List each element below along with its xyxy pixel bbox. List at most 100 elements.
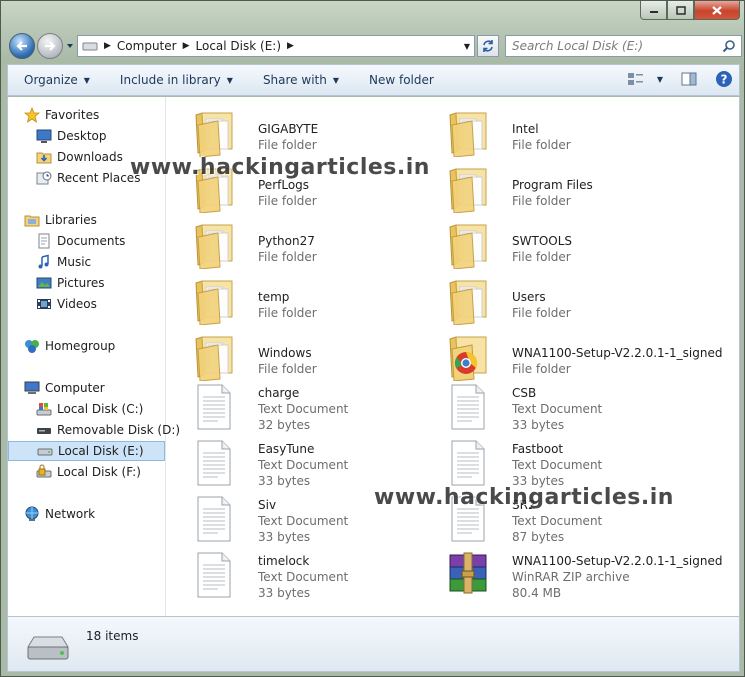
folder-icon bbox=[442, 161, 494, 214]
file-type: Text Document bbox=[258, 402, 349, 416]
file-type: WinRAR ZIP archive bbox=[512, 570, 630, 584]
back-button[interactable] bbox=[9, 33, 35, 59]
nav-computer[interactable]: Computer bbox=[24, 378, 105, 398]
breadcrumb-separator[interactable]: ▶ bbox=[183, 41, 190, 51]
folder-item[interactable]: Program Files File folder bbox=[442, 155, 692, 214]
close-button[interactable] bbox=[694, 1, 740, 20]
include-in-library-menu[interactable]: Include in library ▼ bbox=[102, 65, 245, 95]
downloads-folder-icon bbox=[36, 152, 52, 164]
folder-item[interactable]: SWTOOLS File folder bbox=[442, 211, 692, 270]
chevron-down-icon: ▼ bbox=[332, 75, 339, 85]
music-icon bbox=[38, 254, 49, 269]
nav-pictures[interactable]: Pictures bbox=[36, 273, 105, 293]
nav-local-disk-c[interactable]: Local Disk (C:) bbox=[36, 399, 143, 419]
folder-item[interactable]: Windows File folder bbox=[188, 323, 438, 382]
change-view-button[interactable]: ▼ bbox=[627, 71, 663, 87]
nav-local-disk-e[interactable]: Local Disk (E:) bbox=[8, 441, 165, 461]
item-count: 18 items bbox=[86, 629, 139, 643]
share-with-label: Share with bbox=[262, 73, 327, 87]
file-name: Windows bbox=[258, 346, 312, 360]
videos-icon bbox=[37, 299, 51, 309]
libraries-icon bbox=[24, 215, 40, 227]
back-arrow-icon bbox=[16, 41, 27, 51]
nav-music[interactable]: Music bbox=[36, 252, 91, 272]
minimize-button[interactable] bbox=[640, 1, 667, 20]
nav-recent-places[interactable]: Recent Places bbox=[36, 168, 140, 188]
share-with-menu[interactable]: Share with ▼ bbox=[245, 65, 351, 95]
nav-local-disk-f-label: Local Disk (F:) bbox=[57, 465, 141, 479]
new-folder-button[interactable]: New folder bbox=[351, 65, 446, 95]
nav-removable-disk-d[interactable]: Removable Disk (D:) bbox=[36, 420, 180, 440]
recent-pages-dropdown[interactable] bbox=[65, 41, 75, 51]
folder-item[interactable]: GIGABYTE File folder bbox=[188, 99, 438, 158]
file-name: CSB bbox=[512, 386, 537, 400]
nav-recent-places-label: Recent Places bbox=[57, 171, 141, 185]
file-item[interactable]: charge Text Document 32 bytes bbox=[188, 379, 438, 433]
file-item[interactable]: timelock Text Document 33 bytes bbox=[188, 547, 438, 601]
nav-downloads[interactable]: Downloads bbox=[36, 147, 123, 167]
nav-documents[interactable]: Documents bbox=[36, 231, 125, 251]
search-input[interactable]: Search Local Disk (E:) bbox=[505, 35, 742, 57]
network-icon bbox=[25, 506, 39, 521]
file-type: Text Document bbox=[258, 458, 349, 472]
refresh-button[interactable] bbox=[477, 35, 499, 57]
nav-libraries[interactable]: Libraries bbox=[24, 210, 97, 230]
file-item[interactable]: CSB Text Document 33 bytes bbox=[442, 379, 692, 433]
folder-item[interactable]: WNA1100-Setup-V2.2.0.1-1_signed File fold… bbox=[442, 323, 722, 382]
file-name: Intel bbox=[512, 122, 539, 136]
nav-desktop[interactable]: Desktop bbox=[36, 126, 107, 146]
folder-item[interactable]: Intel File folder bbox=[442, 99, 692, 158]
nav-network[interactable]: Network bbox=[24, 504, 95, 524]
text-document-icon bbox=[188, 549, 240, 601]
file-type: Text Document bbox=[258, 514, 349, 528]
minimize-icon bbox=[649, 11, 658, 13]
documents-icon bbox=[38, 233, 50, 249]
content-area: Favorites Desktop Downloads Recent Place… bbox=[7, 97, 740, 616]
address-bar[interactable]: ▶ Computer ▶ Local Disk (E:) ▶ ▼ bbox=[77, 35, 475, 57]
computer-icon bbox=[24, 381, 40, 394]
file-type: Text Document bbox=[258, 570, 349, 584]
hard-drive-icon bbox=[37, 448, 53, 456]
help-button[interactable]: ? bbox=[715, 70, 733, 88]
nav-videos[interactable]: Videos bbox=[36, 294, 97, 314]
file-type: File folder bbox=[258, 194, 317, 208]
nav-favorites[interactable]: Favorites bbox=[24, 105, 99, 125]
folder-icon bbox=[188, 105, 240, 158]
file-name: temp bbox=[258, 290, 290, 304]
search-icon[interactable] bbox=[722, 39, 736, 53]
folder-icon bbox=[188, 217, 240, 270]
preview-pane-button[interactable] bbox=[681, 71, 697, 87]
file-item[interactable]: Fastboot Text Document 33 bytes bbox=[442, 435, 692, 489]
file-size: 33 bytes bbox=[258, 474, 311, 488]
pictures-icon bbox=[36, 277, 52, 289]
command-bar: Organize ▼ Include in library ▼ Share with… bbox=[7, 64, 740, 96]
file-item[interactable]: EasyTune Text Document 33 bytes bbox=[188, 435, 438, 489]
folder-item[interactable]: temp File folder bbox=[188, 267, 438, 326]
file-name: WNA1100-Setup-V2.2.0.1-1_signed bbox=[512, 346, 723, 360]
breadcrumb-separator[interactable]: ▶ bbox=[287, 41, 294, 51]
breadcrumb-computer[interactable]: Computer bbox=[117, 39, 177, 53]
folder-item[interactable]: Python27 File folder bbox=[188, 211, 438, 270]
file-type: File folder bbox=[258, 138, 317, 152]
file-size: 33 bytes bbox=[512, 418, 565, 432]
file-size: 33 bytes bbox=[258, 586, 311, 600]
breadcrumb-local-disk-e[interactable]: Local Disk (E:) bbox=[196, 39, 282, 53]
folder-item[interactable]: Users File folder bbox=[442, 267, 692, 326]
file-item[interactable]: WNA1100-Setup-V2.2.0.1-1_signed WinRAR ZI… bbox=[442, 547, 722, 601]
breadcrumb-separator[interactable]: ▶ bbox=[104, 41, 111, 51]
organize-menu[interactable]: Organize ▼ bbox=[8, 65, 102, 95]
maximize-button[interactable] bbox=[667, 1, 694, 20]
nav-documents-label: Documents bbox=[57, 234, 126, 248]
nav-removable-disk-d-label: Removable Disk (D:) bbox=[57, 423, 181, 437]
file-name: PerfLogs bbox=[258, 178, 310, 192]
nav-videos-label: Videos bbox=[57, 297, 97, 311]
nav-homegroup[interactable]: Homegroup bbox=[24, 336, 115, 356]
file-type: File folder bbox=[258, 250, 317, 264]
chevron-down-icon[interactable]: ▼ bbox=[657, 75, 663, 84]
star-icon bbox=[24, 107, 40, 123]
address-dropdown-arrow[interactable]: ▼ bbox=[464, 42, 470, 51]
folder-icon bbox=[188, 273, 240, 326]
forward-button[interactable] bbox=[37, 33, 63, 59]
address-row: ▶ Computer ▶ Local Disk (E:) ▶ ▼ Search … bbox=[7, 31, 742, 59]
nav-local-disk-f[interactable]: Local Disk (F:) bbox=[36, 462, 141, 482]
